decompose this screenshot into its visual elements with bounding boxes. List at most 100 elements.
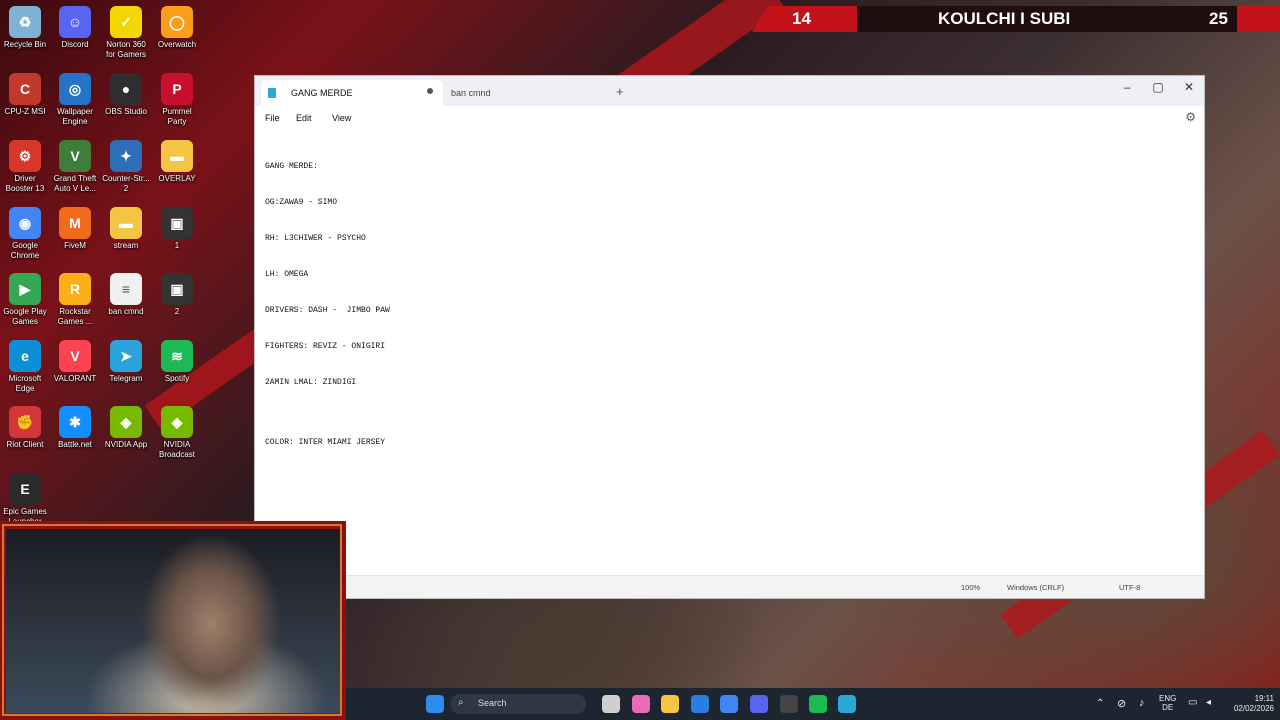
rockstar-icon: R [59,273,91,305]
desktop-icon[interactable]: V VALORANT [50,340,100,384]
file-explorer-icon[interactable] [661,695,679,713]
desktop-icon[interactable]: V Grand Theft Auto V Le... [50,140,100,194]
search-icon: ⌕ [458,697,464,708]
desktop-icon[interactable]: ◎ Wallpaper Engine [50,73,100,127]
line-ending[interactable]: Windows (CRLF) [1007,583,1064,592]
language-indicator[interactable]: ENG DE [1159,694,1176,712]
desktop-icon[interactable]: ▬ OVERLAY [152,140,202,184]
tab-gang-merde[interactable]: GANG MERDE [261,80,443,106]
desktop-icon[interactable]: ▶ Google Play Games [0,273,50,327]
desktop-icon-label: Norton 360 for Gamers [105,40,146,59]
copilot-icon[interactable] [632,695,650,713]
search-placeholder: Search [478,698,507,708]
scoreboard-title: KOULCHI I SUBI [938,9,1071,28]
norton-icon: ✓ [110,6,142,38]
notepad-icon [268,88,276,98]
riot-client-icon: ✊ [9,406,41,438]
telegram-icon: ➤ [110,340,142,372]
desktop-icon[interactable]: ▣ 1 [152,207,202,251]
display-icon[interactable]: ▭ [1188,697,1197,708]
text-line: 2AMIN LMAL: ZINDIGI [265,378,357,387]
discord-icon[interactable] [750,695,768,713]
desktop-icon[interactable]: ♻ Recycle Bin [0,6,50,50]
date: 02/02/2026 [1233,704,1274,713]
right-score: 25 [1209,9,1228,28]
desktop-icon[interactable]: ✦ Counter-Str... 2 [101,140,151,194]
desktop-icon[interactable]: ✱ Battle.net [50,406,100,450]
cpuz-icon: C [9,73,41,105]
discord-icon: ☺ [59,6,91,38]
desktop-icon-label: Discord [61,40,89,49]
task-view-icon[interactable] [602,695,620,713]
tab-ban-cmnd[interactable]: ban cmnd [445,80,605,106]
microphone-icon[interactable]: ♪ [1139,697,1145,709]
start-icon[interactable] [426,695,444,713]
text-line: RH: L3CHIWER - PSYCHO [265,234,366,243]
text-line: FIGHTERS: REVIZ - ONIGIRI [265,342,386,351]
text-editor[interactable]: GANG MERDE: OG:ZAWA9 - SIMO RH: L3CHIWER… [265,137,390,473]
close-button[interactable]: ✕ [1174,80,1204,94]
store-icon[interactable] [691,695,709,713]
menu-edit[interactable]: Edit [296,113,312,123]
desktop-icon[interactable]: e Microsoft Edge [0,340,50,394]
desktop-icon[interactable]: ⚙ Driver Booster 13 [0,140,50,194]
obs-icon[interactable] [780,695,798,713]
image-file-icon: ▣ [161,273,193,305]
title-bar: GANG MERDE ban cmnd + – ▢ ✕ [255,76,1204,106]
clock[interactable]: 19:11 02/02/2026 [1219,694,1274,714]
taskbar-search[interactable]: ⌕ Search [450,694,586,714]
desktop-icon-label: OBS Studio [105,107,147,116]
desktop-icon[interactable]: ≡ ban cmnd [101,273,151,317]
unsaved-dot-icon [427,88,433,94]
minimize-button[interactable]: – [1112,80,1142,94]
notepad-icon[interactable] [838,695,856,713]
desktop-icon-label: Recycle Bin [3,40,47,49]
desktop-icon[interactable]: EEpic Games Launcher [0,473,50,527]
desktop-icon[interactable]: ◈ NVIDIA Broadcast [152,406,202,460]
desktop-icon[interactable]: ▣ 2 [152,273,202,317]
desktop-icon[interactable]: ✊ Riot Client [0,406,50,450]
menu-view[interactable]: View [332,113,351,123]
text-line: OG:ZAWA9 - SIMO [265,198,338,207]
network-icon[interactable]: ⊘ [1117,697,1126,710]
desktop-icon[interactable]: M FiveM [50,207,100,251]
desktop-icon[interactable]: ● OBS Studio [101,73,151,117]
show-hidden-icons-icon[interactable]: ⌃ [1096,698,1104,709]
desktop-icon-label: NVIDIA Broadcast [158,440,196,459]
settings-gear-icon[interactable]: ⚙ [1185,110,1196,124]
notepad-window: GANG MERDE ban cmnd + – ▢ ✕ File Edit Vi… [254,75,1205,599]
desktop-icon-label: 1 [174,241,180,250]
desktop-icon[interactable]: ≋ Spotify [152,340,202,384]
desktop-icon[interactable]: ✓ Norton 360 for Gamers [101,6,151,60]
desktop-icon-label: Riot Client [6,440,44,449]
menu-file[interactable]: File [265,113,280,123]
new-tab-button[interactable]: + [616,84,624,99]
desktop-icon[interactable]: ☺ Discord [50,6,100,50]
encoding[interactable]: UTF-8 [1119,583,1140,592]
desktop-icon-label: Google Play Games [3,307,47,326]
desktop-icon[interactable]: ◉ Google Chrome [0,207,50,261]
spotify-icon: ≋ [161,340,193,372]
desktop-icon[interactable]: P Pummel Party [152,73,202,127]
volume-icon[interactable]: ◂ [1206,697,1211,708]
desktop-icon[interactable]: ◯ Overwatch [152,6,202,50]
maximize-button[interactable]: ▢ [1143,80,1173,94]
desktop-icon-label: Driver Booster 13 [5,174,45,193]
text-line: GANG MERDE: [265,162,318,171]
zoom-level[interactable]: 100% [961,583,980,592]
epic-games-icon: E [9,473,41,505]
desktop-icon-label: VALORANT [53,374,97,383]
stream-scoreboard: 14 KOULCHI I SUBI 25 [752,6,1280,32]
google-play-games-icon: ▶ [9,273,41,305]
wallpaper-engine-icon: ◎ [59,73,91,105]
desktop-icon[interactable]: C CPU-Z MSI [0,73,50,117]
desktop-icon[interactable]: ▬ stream [101,207,151,251]
spotify-icon[interactable] [809,695,827,713]
desktop-icon-label: Google Chrome [10,241,40,260]
desktop-icon[interactable]: ➤ Telegram [101,340,151,384]
desktop-icon-label: OVERLAY [158,174,196,183]
taskbar: ⌕ Search ⌃ ⊘ ♪ ENG DE ▭ ◂ 19:11 02/02/2026 [346,688,1280,720]
desktop-icon[interactable]: R Rockstar Games ... [50,273,100,327]
desktop-icon[interactable]: ◈ NVIDIA App [101,406,151,450]
chrome-icon[interactable] [720,695,738,713]
